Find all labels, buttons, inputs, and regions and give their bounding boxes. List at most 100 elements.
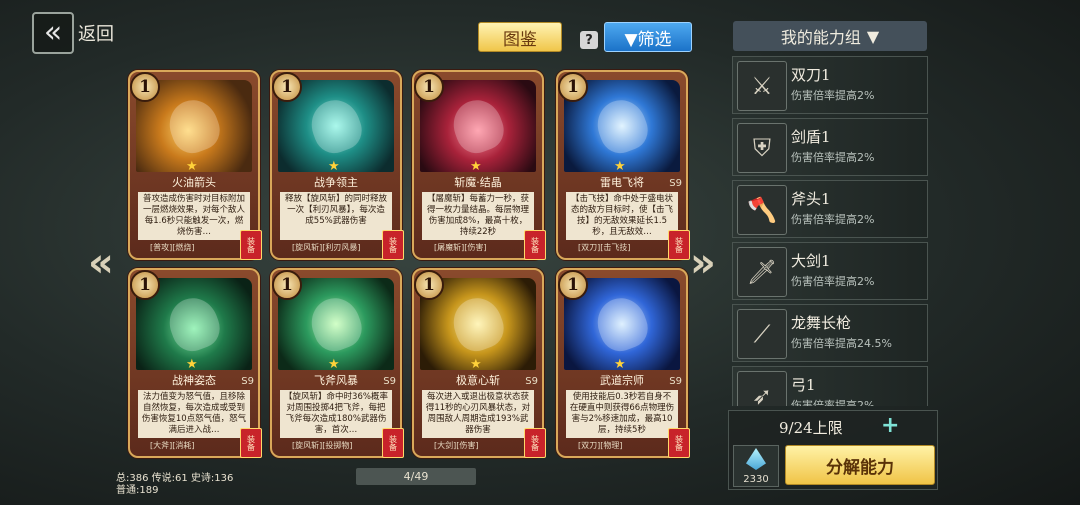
card-cost: 1 <box>558 270 588 300</box>
card-name: 战争领主 <box>314 176 358 189</box>
card-art-figure <box>162 93 226 159</box>
group-name: 大剑1 <box>791 252 831 270</box>
axe-icon: 🪓 <box>737 185 787 235</box>
card-cost: 1 <box>414 270 444 300</box>
ability-group-item[interactable]: ⚔ 双刀1 伤害倍率提高2% <box>732 56 928 114</box>
back-button[interactable]: « <box>32 12 74 54</box>
my-ability-group-dropdown[interactable]: 我的能力组 ▼ <box>733 21 927 51</box>
equipped-tag: 装备 <box>668 428 690 458</box>
card-tags: [双刀][击飞技] <box>578 243 631 252</box>
resource-count: 2330 <box>743 474 769 485</box>
back-chevron-icon: « <box>43 15 63 50</box>
dropdown-triangle-icon: ▼ <box>866 26 880 46</box>
card-art-figure <box>304 291 368 357</box>
equipped-tag: 装备 <box>240 428 262 458</box>
card-description: 普攻造成伤害时对目标附加一层燃烧效果，对每个敌人每1.6秒只能触发一次，燃烧伤害… <box>138 192 250 240</box>
card-tags: [大斧][消耗] <box>150 441 195 450</box>
page-indicator: 4/49 <box>356 468 476 485</box>
tab-filter[interactable]: ▼筛选 <box>604 22 692 52</box>
ability-card[interactable]: 1 ★ S9 战神姿态 法力值变为怒气值，且移除自然恢复，每次造成或受到伤害恢复10点怒… <box>128 268 262 458</box>
card-art-figure <box>446 291 510 357</box>
group-name: 龙舞长枪 <box>791 314 852 332</box>
card-name: 斩魔·结晶 <box>454 176 502 189</box>
card-name: 极意心斩 <box>456 374 500 387</box>
card-badge: S9 <box>669 376 682 387</box>
equipped-tag: 装备 <box>240 230 262 260</box>
group-bonus: 伤害倍率提高24.5% <box>791 337 892 350</box>
card-tags: [屠魔斩][伤害] <box>434 243 487 252</box>
previous-page-arrow-icon[interactable]: « <box>88 240 114 286</box>
ability-group-item[interactable]: 🗡 大剑1 伤害倍率提高2% <box>732 242 928 300</box>
ability-card[interactable]: 1 ★ 火油箭头普攻造成伤害时对目标附加一层燃烧效果，对每个敌人每1.6秒只能触发一… <box>128 70 262 260</box>
card-name: 雷电飞将 <box>600 176 644 189</box>
card-cost: 1 <box>130 270 160 300</box>
back-label[interactable]: 返回 <box>78 20 114 46</box>
equipped-tag: 装备 <box>668 230 690 260</box>
ability-group-item[interactable]: 🪓 斧头1 伤害倍率提高2% <box>732 180 928 238</box>
group-bonus: 伤害倍率提高2% <box>791 151 875 164</box>
group-name: 双刀1 <box>791 66 831 84</box>
star-icon: ★ <box>470 159 482 174</box>
next-page-arrow-icon[interactable]: » <box>690 240 716 286</box>
card-tags: [旋风斩][利刃风暴] <box>292 243 361 252</box>
top-bar: « 返回 图鉴 ? ▼筛选 我的能力组 ▼ <box>0 0 1080 58</box>
ability-group-item[interactable]: ⟋ 龙舞长枪 伤害倍率提高24.5% <box>732 304 928 362</box>
group-name: 弓1 <box>791 376 816 394</box>
card-art-figure <box>590 291 654 357</box>
card-badge: S9 <box>383 376 396 387</box>
card-stats: 总:386 传说:61 史诗:136 普通:189 <box>116 473 233 497</box>
group-bonus: 伤害倍率提高2% <box>791 213 875 226</box>
card-name: 火油箭头 <box>172 176 216 189</box>
crossed-daggers-icon: ⚔ <box>737 61 787 111</box>
group-bonus: 伤害倍率提高2% <box>791 89 875 102</box>
group-name: 剑盾1 <box>791 128 831 146</box>
greatsword-icon: 🗡 <box>737 247 787 297</box>
ability-card[interactable]: 1 ★ S9 飞斧风暴【旋风斩】命中时36%概率对周围投掷4把飞斧，每把飞斧每次造成1… <box>270 268 404 458</box>
card-cost: 1 <box>272 270 302 300</box>
ability-group-item[interactable]: ➶ 弓1 伤害倍率提高2% <box>732 366 928 406</box>
card-description: 使用技能后0.3秒若自身不在硬直中则获得66点物理伤害与2%移速加成，最高10层… <box>566 390 678 438</box>
card-name: 武道宗师 <box>600 374 644 387</box>
ability-card[interactable]: 1 ★ 战争领主释放【旋风斩】的同时释放一次【利刃风暴】，每次造成55%武器伤害 [旋… <box>270 70 404 260</box>
group-bonus: 伤害倍率提高2% <box>791 399 875 406</box>
card-cost: 1 <box>130 72 160 102</box>
card-description: 【旋风斩】命中时36%概率对周围投掷4把飞斧，每把飞斧每次造成180%武器伤害，… <box>280 390 392 438</box>
card-name: 飞斧风暴 <box>314 374 358 387</box>
card-description: 【击飞技】命中处于盛电状态的敌方目标时，使【击飞技】的无敌效果延长1.5秒，且无… <box>566 192 678 240</box>
star-icon: ★ <box>186 159 198 174</box>
card-description: 每次进入或退出极意状态获得11秒的心刃风暴状态，对周围敌人周期造成193%武器伤… <box>422 390 534 438</box>
ability-card[interactable]: 1 ★ 斩魔·结晶【屠魔斩】每蓄力一秒，获得一枚力量结晶。每层物理伤害加成8%，最高… <box>412 70 546 260</box>
card-description: 释放【旋风斩】的同时释放一次【利刃风暴】，每次造成55%武器伤害 <box>280 192 392 240</box>
star-icon: ★ <box>614 357 626 372</box>
ability-card[interactable]: 1 ★ S9 武道宗师使用技能后0.3秒若自身不在硬直中则获得66点物理伤害与2%移速… <box>556 268 690 458</box>
card-badge: S9 <box>525 376 538 387</box>
card-badge: S9 <box>669 178 682 189</box>
dismantle-button[interactable]: 分解能力 <box>785 445 935 485</box>
capacity-limit: 9/24上限 <box>779 419 843 437</box>
card-art-figure <box>304 93 368 159</box>
tab-catalog[interactable]: 图鉴 <box>478 22 562 52</box>
equipped-tag: 装备 <box>382 428 404 458</box>
equipped-tag: 装备 <box>382 230 404 260</box>
star-icon: ★ <box>186 357 198 372</box>
bow-icon: ➶ <box>737 371 787 406</box>
card-art-figure <box>590 93 654 159</box>
group-bonus: 伤害倍率提高2% <box>791 275 875 288</box>
card-cost: 1 <box>558 72 588 102</box>
card-tags: [普攻][燃烧] <box>150 243 195 252</box>
card-cost: 1 <box>414 72 444 102</box>
card-cost: 1 <box>272 72 302 102</box>
ability-group-item[interactable]: ⛨ 剑盾1 伤害倍率提高2% <box>732 118 928 176</box>
ability-card[interactable]: 1 ★ S9 雷电飞将【击飞技】命中处于盛电状态的敌方目标时，使【击飞技】的无敌效果延… <box>556 70 690 260</box>
star-icon: ★ <box>328 357 340 372</box>
star-icon: ★ <box>328 159 340 174</box>
card-description: 【屠魔斩】每蓄力一秒，获得一枚力量结晶。每层物理伤害加成8%，最高十枚，持续22… <box>422 192 534 240</box>
help-icon[interactable]: ? <box>580 31 598 49</box>
stats-line-1: 总:386 传说:61 史诗:136 <box>116 473 234 484</box>
sword-shield-icon: ⛨ <box>737 123 787 173</box>
resource-slot: 2330 <box>733 445 779 487</box>
ability-card[interactable]: 1 ★ S9 极意心斩 每次进入或退出极意状态获得11秒的心刃风暴状态，对周围敌人周期造… <box>412 268 546 458</box>
card-description: 法力值变为怒气值，且移除自然恢复，每次造成或受到伤害恢复10点怒气值，怒气满后进… <box>138 390 250 438</box>
star-icon: ★ <box>614 159 626 174</box>
plus-icon[interactable]: + <box>881 413 899 438</box>
